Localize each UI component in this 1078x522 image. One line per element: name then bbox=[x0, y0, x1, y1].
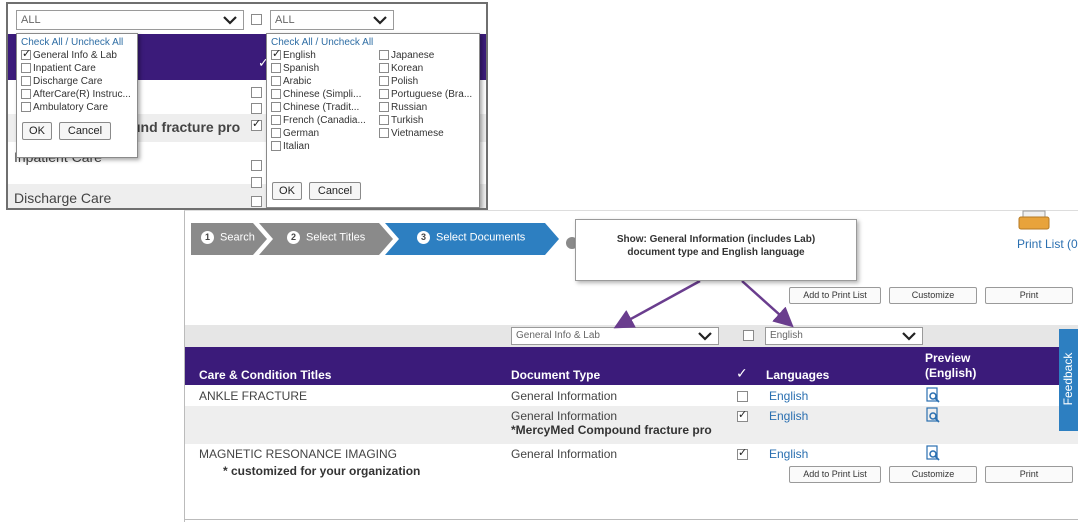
arrow-to-language-filter bbox=[741, 280, 794, 328]
callout-line-1: Show: General Information (includes Lab) bbox=[616, 234, 816, 245]
callout-line-2: document type and English language bbox=[627, 247, 805, 258]
callout-arrows bbox=[613, 279, 794, 329]
callout-annotation: Show: General Information (includes Lab)… bbox=[575, 219, 857, 281]
arrow-to-doc-filter bbox=[613, 279, 701, 329]
